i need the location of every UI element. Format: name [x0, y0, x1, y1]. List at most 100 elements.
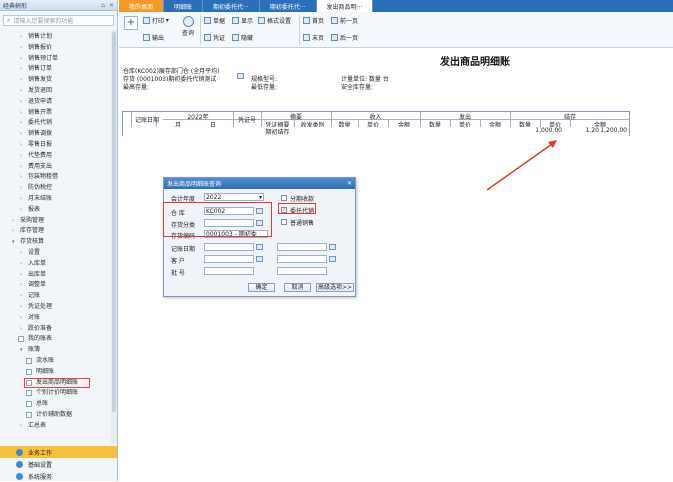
tree-item[interactable]: 计价辅助数据	[0, 410, 117, 421]
voucher-button[interactable]: 凭证	[204, 32, 225, 43]
tree-item[interactable]: › 月末结账	[0, 194, 117, 205]
chevron-right-icon[interactable]: ›	[20, 43, 25, 54]
function-search[interactable]: ⌕ 请输入您要搜索的功能	[3, 15, 114, 26]
customer-from-field[interactable]	[204, 255, 254, 263]
tab-detail-ledger[interactable]: 明细账	[164, 0, 204, 12]
chevron-right-icon[interactable]: ›	[20, 421, 25, 432]
add-button[interactable]: +	[124, 16, 138, 30]
date-from-field[interactable]	[204, 243, 254, 251]
last-page-button[interactable]: 末页	[303, 32, 324, 43]
tree-item[interactable]: 个别计价明细账	[0, 388, 117, 399]
ok-button[interactable]: 确定	[248, 283, 275, 292]
module-business[interactable]: 业务工作	[0, 446, 117, 458]
cancel-button[interactable]: 取消	[284, 283, 311, 292]
year-select[interactable]: 2022 ▾	[204, 193, 264, 201]
chevron-down-icon[interactable]: ▾	[20, 345, 25, 356]
calendar-icon[interactable]	[256, 244, 263, 250]
tree-item[interactable]: › 库存管理	[0, 226, 117, 237]
chevron-right-icon[interactable]: ›	[20, 291, 25, 302]
chevron-right-icon[interactable]: ›	[20, 108, 25, 119]
tree-scrollbar[interactable]	[111, 30, 117, 444]
chevron-right-icon[interactable]: ›	[20, 86, 25, 97]
tree-item[interactable]: › 汇总表	[0, 421, 117, 432]
prev-page-button[interactable]: 前一页	[331, 15, 358, 26]
tree-item[interactable]: › 凭证处理	[0, 302, 117, 313]
chevron-right-icon[interactable]: ›	[12, 226, 17, 237]
customer-lookup-icon[interactable]	[256, 256, 263, 262]
tree-item[interactable]: › 记账	[0, 291, 117, 302]
tree-item[interactable]: › 退货申请	[0, 97, 117, 108]
tree-item[interactable]: › 销售开票	[0, 108, 117, 119]
table-row[interactable]: 期初结存 1,000.00 1.20 1,200.00	[123, 127, 629, 136]
chevron-right-icon[interactable]: ›	[20, 172, 25, 183]
advanced-options-button[interactable]: 高级选项>>	[316, 283, 354, 292]
batch-from-field[interactable]	[204, 267, 254, 275]
module-basic[interactable]: 基础设置	[0, 458, 117, 470]
tree-item[interactable]: › 入库单	[0, 259, 117, 270]
tree-item[interactable]: › 销售订单	[0, 64, 117, 75]
pin-icon[interactable]: ✕	[109, 2, 114, 9]
date-to-field[interactable]	[277, 243, 327, 251]
tree-item[interactable]: › 销售调拨	[0, 129, 117, 140]
chevron-right-icon[interactable]: ›	[20, 54, 25, 65]
tab-goods-sent-ledger[interactable]: 发出商品明···	[316, 0, 374, 12]
module-system[interactable]: 系统服务	[0, 470, 117, 482]
tree-item[interactable]: › 设置	[0, 248, 117, 259]
tree-item[interactable]: › 采购管理	[0, 216, 117, 227]
tree-item[interactable]: 明细账	[0, 367, 117, 378]
tree-item[interactable]: › 报表	[0, 205, 117, 216]
chevron-right-icon[interactable]: ›	[20, 118, 25, 129]
close-icon[interactable]: ✕	[347, 180, 352, 187]
chevron-right-icon[interactable]: ›	[20, 162, 25, 173]
chevron-right-icon[interactable]: ›	[20, 270, 25, 281]
tree-item[interactable]: › 费用支出	[0, 162, 117, 173]
chevron-right-icon[interactable]: ›	[20, 313, 25, 324]
batch-to-field[interactable]	[277, 267, 327, 275]
tree-item[interactable]: › 销售预订单	[0, 54, 117, 65]
chevron-right-icon[interactable]: ›	[20, 280, 25, 291]
tree-item[interactable]: › 防伪税控	[0, 183, 117, 194]
chevron-right-icon[interactable]: ›	[20, 248, 25, 259]
tree-item[interactable]: › 销售计划	[0, 32, 117, 43]
installment-checkbox[interactable]	[281, 195, 287, 201]
chevron-right-icon[interactable]: ›	[20, 32, 25, 43]
customer-to-lookup-icon[interactable]	[329, 256, 336, 262]
format-button[interactable]: 格式设置	[258, 15, 291, 26]
chevron-right-icon[interactable]: ›	[20, 151, 25, 162]
chevron-right-icon[interactable]: ›	[20, 140, 25, 151]
export-button[interactable]: 输出	[143, 32, 164, 43]
tree-item[interactable]: › 出库单	[0, 270, 117, 281]
normal-sales-checkbox[interactable]	[281, 219, 287, 225]
chevron-right-icon[interactable]: ›	[20, 194, 25, 205]
tree-item[interactable]: › 代垫费用	[0, 151, 117, 162]
inventory-lookup-icon[interactable]	[237, 73, 244, 79]
tab-desktop[interactable]: 我的桌面	[119, 0, 165, 12]
tab-initial-consign-1[interactable]: 期初委托代···	[203, 0, 260, 12]
calendar-to-icon[interactable]	[329, 244, 336, 250]
chevron-right-icon[interactable]: ›	[20, 302, 25, 313]
home-icon[interactable]: ⌂	[101, 2, 105, 9]
chevron-right-icon[interactable]: ›	[12, 216, 17, 227]
chevron-down-icon[interactable]: ▾	[12, 237, 17, 248]
customer-to-field[interactable]	[277, 255, 327, 263]
tree-item[interactable]: 发出商品明细账	[24, 377, 90, 389]
tree-item[interactable]: › 销售发货	[0, 75, 117, 86]
tree-item[interactable]: › 包装物租借	[0, 172, 117, 183]
tree-item[interactable]: › 发货退回	[0, 86, 117, 97]
tree-item[interactable]: 总账	[0, 399, 117, 410]
chevron-right-icon[interactable]: ›	[20, 129, 25, 140]
print-button[interactable]: 打印 ▾	[143, 15, 169, 26]
query-button[interactable]: 查询	[181, 14, 195, 37]
tree-item[interactable]: 我的账表	[0, 334, 117, 345]
tree-item[interactable]: › 委托代销	[0, 118, 117, 129]
tree-item[interactable]: 流水账	[0, 356, 117, 367]
chevron-right-icon[interactable]: ›	[20, 324, 25, 335]
tree-item[interactable]: › 零售日报	[0, 140, 117, 151]
scrollbar-thumb[interactable]	[112, 32, 116, 412]
chevron-right-icon[interactable]: ›	[20, 97, 25, 108]
next-page-button[interactable]: 后一页	[331, 32, 358, 43]
single-button[interactable]: 单据	[204, 15, 225, 26]
tree-item[interactable]: › 调整单	[0, 280, 117, 291]
chevron-right-icon[interactable]: ›	[20, 64, 25, 75]
tree-item[interactable]: › 跌价准备	[0, 324, 117, 335]
